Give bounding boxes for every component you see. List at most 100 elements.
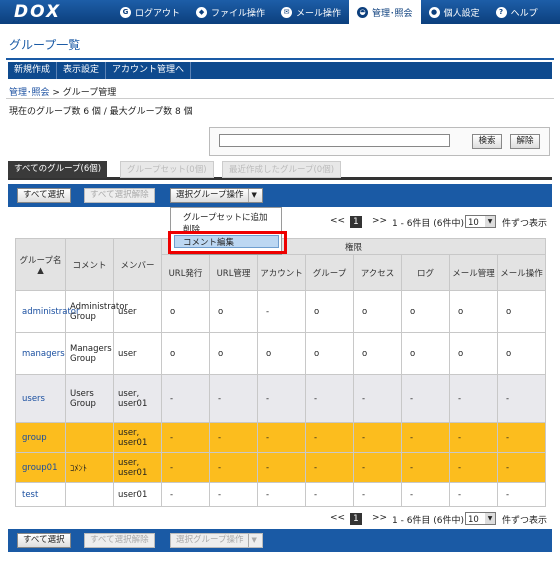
search-button[interactable]: 検索 [472,134,502,149]
permission-cell: - [305,374,354,423]
nav-label: ログアウト [135,8,181,19]
permission-cell: - [401,374,450,423]
group-action-label: 選択グループ操作 [176,535,244,545]
group-name-link[interactable]: group [15,422,66,453]
permission-cell: - [353,482,402,507]
app-logo: DOX [14,2,62,22]
next-page-link[interactable]: >> [372,216,387,226]
table-row[interactable]: group user, user01- - - - - - - - [15,422,547,453]
search-input[interactable] [219,134,450,147]
menu-item-1[interactable]: 表示設定 [57,62,107,79]
permission-cell: - [257,452,306,483]
nav-item-2[interactable]: ✉ メール操作 [273,0,349,24]
top-toolbar: すべて選択 すべて選択解除 選択グループ操作 ▼ [8,184,552,207]
permission-cell: - [496,482,547,507]
nav-item-0[interactable]: G ログアウト [112,0,188,24]
permission-cell: - [401,482,450,507]
prev-page-link[interactable]: << [330,216,345,226]
group-members: user, user01 [113,452,162,483]
nav-item-5[interactable]: ? ヘルプ [488,0,546,24]
permission-cell: - [257,422,306,453]
tab-all-groups[interactable]: すべてのグループ(6個) [8,161,108,178]
nav-icon: ● [428,6,440,18]
permission-cell: - [305,422,354,453]
per-page-value: 10 [468,515,479,525]
tab-group-sets[interactable]: グループセット(0個) [120,161,214,178]
permission-cell: - [209,374,258,423]
menu-item-0[interactable]: 新規作成 [8,62,58,79]
sort-asc-icon: ▲ [37,265,44,276]
permission-cell: - [496,422,547,453]
permission-cell: o [496,290,547,333]
permission-cell: o [209,332,258,375]
per-page-suffix: 件ずつ表示 [502,219,548,229]
action-menu-bar: 新規作成 表示設定 アカウント管理へ [8,62,552,79]
permission-cell: - [161,482,210,507]
group-name-link[interactable]: managers [15,332,66,375]
next-page-link[interactable]: >> [372,513,387,523]
permission-cell: o [353,290,402,333]
current-page[interactable]: 1 [350,216,362,228]
per-page-select[interactable]: 10 ▼ [465,512,496,525]
tab-recent-groups[interactable]: 最近作成したグループ(0個) [222,161,342,178]
nav-icon: ◆ [196,6,208,18]
select-all-button[interactable]: すべて選択 [17,188,71,203]
clear-search-button[interactable]: 解除 [510,134,540,149]
group-name-link[interactable]: users [15,374,66,423]
menu-item-add-to-set[interactable]: グループセットに追加 [183,211,268,223]
nav-label: ヘルプ [510,8,538,19]
table-row[interactable]: group01 ｺﾒﾝﾄ user, user01- - - - - - - - [15,452,547,483]
nav-icon: ? [495,6,507,18]
permission-cell: - [161,422,210,453]
permission-cell: - [257,290,306,333]
deselect-all-button[interactable]: すべて選択解除 [84,533,155,548]
group-name-link[interactable]: test [15,482,66,507]
per-page-value: 10 [468,218,479,228]
result-range: 1 - 6件目 (6件中) [392,516,465,526]
table-row[interactable]: administrator Administrator Group user o o - o… [15,290,547,333]
highlight-annotation-box [168,231,287,254]
permission-cell: o [353,332,402,375]
page-title: グループ一覧 [9,38,81,52]
nav-item-4[interactable]: ● 個人設定 [421,0,488,24]
group-action-dropdown[interactable]: 選択グループ操作 ▼ [170,188,263,203]
group-members: user, user01 [113,422,162,453]
title-divider [6,58,554,60]
permission-cell: - [305,482,354,507]
group-action-dropdown[interactable]: 選択グループ操作 ▼ [170,533,263,548]
table-row[interactable]: test user01- - - - - - - - [15,482,547,507]
col-header-group-name[interactable]: グループ名 ▲ [15,238,66,291]
select-all-button[interactable]: すべて選択 [17,533,71,548]
col-header-perm-6: メール管理 [449,254,498,291]
table-row[interactable]: users Users Group user, user01- - - - - - - - [15,374,547,423]
chevron-down-icon: ▼ [247,534,257,547]
group-action-label: 選択グループ操作 [176,190,244,200]
deselect-all-button[interactable]: すべて選択解除 [84,188,155,203]
chevron-down-icon: ▼ [247,189,257,202]
permission-cell: - [449,422,498,453]
per-page-select[interactable]: 10 ▼ [465,215,496,228]
permission-cell: - [161,452,210,483]
col-header-members: メンバー [113,238,162,291]
group-name-link[interactable]: administrator [15,290,80,333]
group-comment: Managers Group [65,332,114,375]
breadcrumb-divider [6,98,554,99]
menu-item-2[interactable]: アカウント管理へ [106,62,192,79]
col-header-perm-1: URL管理 [209,254,258,291]
breadcrumb-link[interactable]: 管理･照会 [9,88,50,98]
nav-item-1[interactable]: ◆ ファイル操作 [188,0,273,24]
col-header-comment: コメント [65,238,114,291]
permission-cell: - [209,482,258,507]
current-page[interactable]: 1 [350,513,362,525]
permission-cell: - [449,482,498,507]
table-row[interactable]: managers Managers Group user o o o o o o o o [15,332,547,375]
permission-cell: o [305,290,354,333]
col-header-perm-3: グループ [305,254,354,291]
group-name-link[interactable]: group01 [15,452,66,483]
nav-item-3[interactable]: ◒ 管理･照会 [349,0,421,24]
group-members: user [113,290,162,333]
nav-icon: ◒ [357,6,369,18]
group-table: グループ名 ▲ コメント メンバー 権限 URL発行 URL管理 アカウント グループ… [15,238,547,507]
group-tabs: すべてのグループ(6個) グループセット(0個) 最近作成したグループ(0個) [8,161,552,180]
prev-page-link[interactable]: << [330,513,345,523]
